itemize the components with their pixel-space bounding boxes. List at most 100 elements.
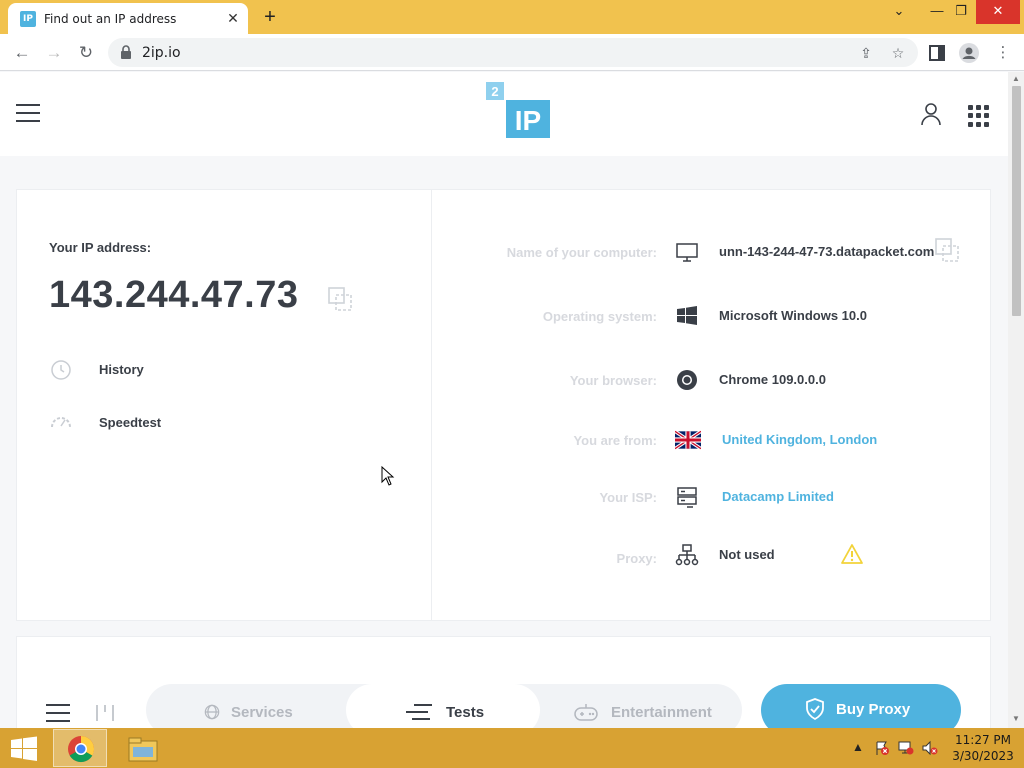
isp-link[interactable]: Datacamp Limited xyxy=(722,489,834,504)
tab-services[interactable]: Services xyxy=(146,684,346,728)
url-text[interactable]: 2ip.io xyxy=(142,45,181,61)
info-label: You are from: xyxy=(573,433,657,448)
site-logo[interactable]: 2 IP xyxy=(484,82,554,142)
tab-entertainment-label: Entertainment xyxy=(611,704,712,721)
info-label: Your ISP: xyxy=(599,490,657,505)
chrome-logo-icon xyxy=(677,370,697,390)
window-close-icon[interactable]: ✕ xyxy=(976,0,1020,24)
info-row-os: Operating system: Microsoft Windows 10.0 xyxy=(432,301,992,331)
info-label: Name of your computer: xyxy=(506,245,657,260)
back-icon[interactable]: ← xyxy=(10,41,34,65)
logo-text: IP xyxy=(515,105,541,136)
taskbar-clock[interactable]: 11:27 PM 3/30/2023 xyxy=(948,732,1018,764)
browser-tab[interactable]: IP Find out an IP address ✕ xyxy=(8,3,248,34)
warning-icon[interactable] xyxy=(840,542,864,566)
buy-proxy-button[interactable]: Buy Proxy xyxy=(761,684,961,728)
tab-services-label: Services xyxy=(231,704,293,721)
speedtest-link[interactable]: Speedtest xyxy=(49,411,249,435)
ip-address[interactable]: 143.244.47.73 xyxy=(49,274,299,317)
columns-icon[interactable] xyxy=(94,702,116,724)
windows-taskbar: ▲ 11:27 PM 3/30/2023 xyxy=(0,728,1024,768)
info-row-computer-name: Name of your computer: unn-143-244-47-73… xyxy=(432,237,992,267)
browser-title-bar: IP Find out an IP address ✕ + ⌄ — ❐ ✕ xyxy=(0,0,1024,34)
info-row-browser: Your browser: Chrome 109.0.0.0 xyxy=(432,365,992,395)
tab-search-icon[interactable]: ⌄ xyxy=(882,0,916,24)
page-content: 2 IP Your IP address: 143.244.47.73 Hist… xyxy=(0,72,1008,728)
section-tabs: Services Tests Entertainment xyxy=(146,684,742,728)
info-label: Your browser: xyxy=(569,373,657,388)
tests-icon xyxy=(406,704,432,720)
info-value: Not used xyxy=(719,547,775,562)
bottom-menu-icon[interactable] xyxy=(46,704,70,722)
scroll-up-icon[interactable]: ▲ xyxy=(1011,74,1021,84)
bottom-navigation: Services Tests Entertainment Buy Proxy xyxy=(0,674,1008,728)
buy-proxy-label: Buy Proxy xyxy=(836,701,911,718)
copy-icon[interactable] xyxy=(327,286,353,312)
speedometer-icon xyxy=(51,417,71,428)
address-bar[interactable]: 2ip.io ⇪ ☆ xyxy=(108,38,918,67)
clock-date: 3/30/2023 xyxy=(952,749,1014,763)
info-value: Chrome 109.0.0.0 xyxy=(719,372,826,387)
taskbar-file-explorer[interactable] xyxy=(116,729,170,767)
browser-toolbar: ← → ↻ 2ip.io ⇪ ☆ ⋮ xyxy=(0,34,1024,71)
chrome-icon xyxy=(68,736,95,763)
site-menu-icon[interactable] xyxy=(16,104,40,122)
tab-entertainment[interactable]: Entertainment xyxy=(540,684,742,728)
account-icon[interactable] xyxy=(920,102,942,126)
copy-hostname-icon[interactable] xyxy=(934,237,960,263)
page-scrollbar[interactable]: ▲ ▼ xyxy=(1008,72,1024,728)
info-row-location: You are from: United Kingdom, London xyxy=(432,425,992,455)
info-label: Proxy: xyxy=(616,551,657,566)
apps-grid-icon[interactable] xyxy=(968,105,990,127)
tab-tests-label: Tests xyxy=(446,704,485,721)
mouse-cursor-icon xyxy=(381,466,395,486)
ip-info-card: Your IP address: 143.244.47.73 History S… xyxy=(16,189,991,621)
tab-tests[interactable]: Tests xyxy=(346,684,540,728)
info-value[interactable]: unn-143-244-47-73.datapacket.com xyxy=(719,244,934,259)
speedtest-label: Speedtest xyxy=(99,415,162,430)
scroll-thumb[interactable] xyxy=(1012,86,1021,316)
monitor-icon xyxy=(676,243,698,262)
volume-muted-icon[interactable] xyxy=(922,740,938,756)
info-value: Microsoft Windows 10.0 xyxy=(719,308,867,323)
favicon-icon: IP xyxy=(20,11,36,27)
tray-expand-icon[interactable]: ▲ xyxy=(852,740,864,754)
globe-icon xyxy=(204,704,220,720)
tab-title: Find out an IP address xyxy=(44,12,177,26)
windows-logo-icon xyxy=(677,306,697,325)
lock-icon[interactable] xyxy=(120,45,132,59)
history-link[interactable]: History xyxy=(49,358,249,382)
share-icon[interactable]: ⇪ xyxy=(856,43,876,63)
scroll-down-icon[interactable]: ▼ xyxy=(1011,714,1021,724)
ip-panel: Your IP address: 143.244.47.73 History S… xyxy=(17,190,432,620)
shield-check-icon xyxy=(806,698,824,720)
taskbar-chrome[interactable] xyxy=(53,729,107,767)
site-header: 2 IP xyxy=(0,72,1008,156)
side-panel-icon[interactable] xyxy=(926,42,948,64)
tab-close-icon[interactable]: ✕ xyxy=(224,9,242,27)
network-tray-icon[interactable] xyxy=(898,740,914,756)
folder-icon xyxy=(128,737,158,762)
ip-label: Your IP address: xyxy=(49,240,152,255)
menu-kebab-icon[interactable]: ⋮ xyxy=(992,42,1014,64)
action-center-flag-icon[interactable] xyxy=(874,740,890,756)
profile-avatar-icon[interactable] xyxy=(958,42,980,64)
clock-time: 11:27 PM xyxy=(955,733,1011,747)
info-label: Operating system: xyxy=(542,309,657,324)
server-icon xyxy=(677,487,697,508)
network-icon xyxy=(675,544,699,566)
location-link[interactable]: United Kingdom, London xyxy=(722,432,877,447)
logo-superscript: 2 xyxy=(491,84,498,99)
new-tab-icon[interactable]: + xyxy=(258,5,282,29)
bookmark-star-icon[interactable]: ☆ xyxy=(888,43,908,63)
uk-flag-icon xyxy=(675,430,701,450)
reload-icon[interactable]: ↻ xyxy=(74,41,98,65)
history-icon xyxy=(51,360,71,380)
gamepad-icon xyxy=(574,704,598,721)
restore-icon[interactable]: ❐ xyxy=(944,0,978,24)
forward-icon[interactable]: → xyxy=(42,41,66,65)
info-row-proxy: Proxy: Not used xyxy=(432,540,992,570)
info-row-isp: Your ISP: Datacamp Limited xyxy=(432,482,992,512)
history-label: History xyxy=(99,362,144,377)
windows-start-icon[interactable] xyxy=(8,736,40,762)
